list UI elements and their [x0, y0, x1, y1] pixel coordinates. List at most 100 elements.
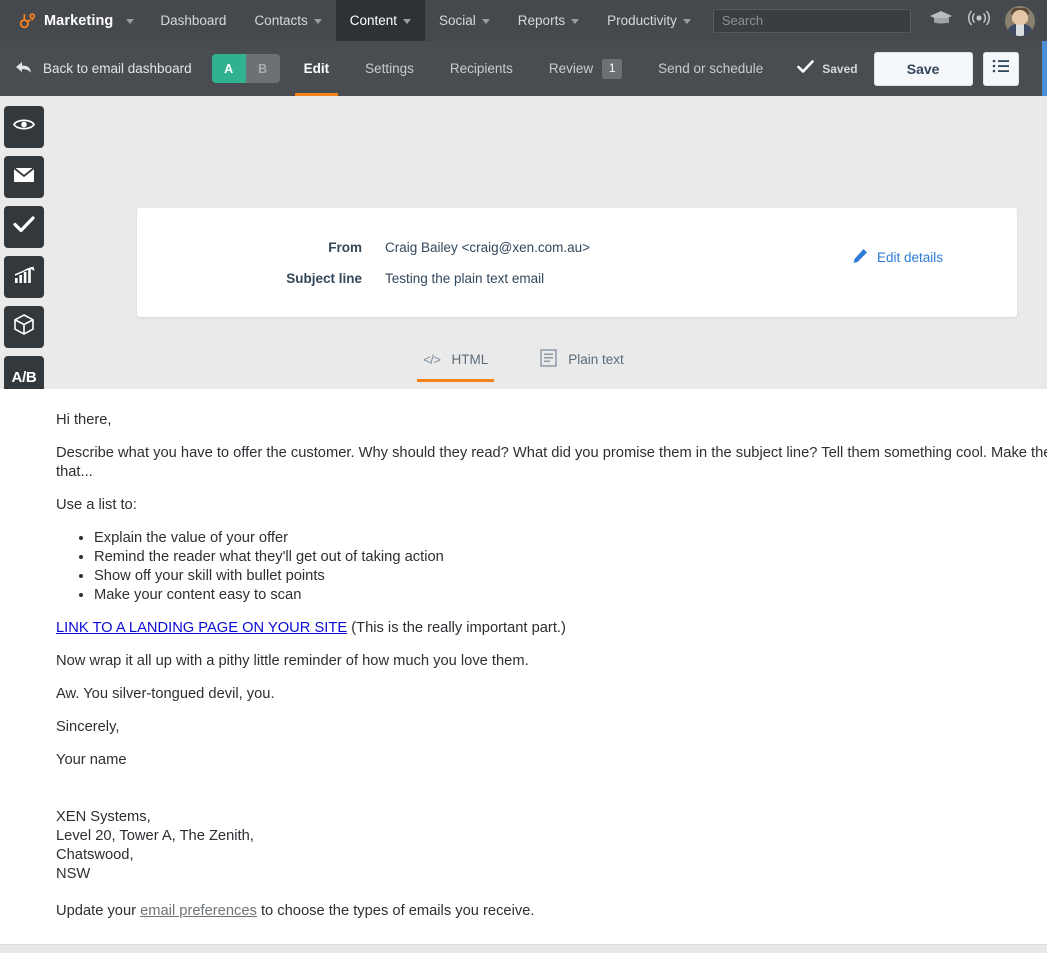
subject-line-value: Testing the plain text email — [385, 271, 545, 286]
email-sender-name: Your name — [56, 752, 127, 768]
from-label: From — [328, 240, 362, 255]
edit-details-link[interactable]: Edit details — [852, 248, 943, 267]
search-input[interactable] — [712, 8, 911, 33]
tab-html[interactable]: </> HTML — [417, 349, 495, 382]
nav-item-contacts[interactable]: Contacts — [240, 0, 335, 41]
user-avatar[interactable] — [1004, 5, 1035, 36]
saved-status-label: Saved — [822, 61, 858, 76]
checkmark-icon — [797, 60, 815, 77]
email-preferences-link[interactable]: email preferences — [140, 903, 257, 919]
address-line: XEN Systems, — [56, 809, 151, 825]
tab-recipients[interactable]: Recipients — [432, 41, 531, 96]
email-preferences-paragraph: Update your email preferences to choose … — [56, 902, 1047, 921]
sidebar-item-checklist[interactable] — [4, 206, 44, 248]
email-body-editor[interactable]: Hi there, Describe what you have to offe… — [0, 389, 1047, 953]
tab-settings[interactable]: Settings — [347, 41, 432, 96]
chevron-down-icon — [313, 19, 322, 24]
email-bullet-list: Explain the value of your offer Remind t… — [94, 529, 1047, 605]
landing-page-link[interactable]: LINK TO A LANDING PAGE ON YOUR SITE — [56, 620, 347, 636]
tab-html-label: HTML — [451, 352, 489, 367]
footer-prefix: Update your — [56, 903, 141, 919]
sidebar-item-analytics[interactable] — [4, 256, 44, 298]
back-to-email-dashboard-link[interactable]: Back to email dashboard — [0, 41, 206, 96]
landing-page-link-suffix: (This is the really important part.) — [347, 620, 566, 636]
top-nav-icon-group — [929, 5, 1035, 36]
email-cta-paragraph: LINK TO A LANDING PAGE ON YOUR SITE (Thi… — [56, 619, 1047, 638]
review-count-badge: 1 — [602, 58, 623, 79]
list-item: Show off your skill with bullet points — [94, 567, 1047, 586]
sidebar-item-modules[interactable] — [4, 306, 44, 348]
list-menu-icon — [992, 59, 1010, 78]
chevron-down-icon — [682, 19, 691, 24]
tab-review-label: Review — [548, 61, 594, 76]
nav-item-social[interactable]: Social — [425, 0, 504, 41]
tab-settings-label: Settings — [365, 61, 414, 76]
email-aw-paragraph: Aw. You silver-tongued devil, you. — [56, 686, 275, 702]
chevron-down-icon — [126, 19, 135, 24]
tab-recipients-label: Recipients — [449, 61, 513, 76]
broadcast-icon[interactable] — [967, 9, 991, 32]
brand-home-link[interactable]: Marketing — [0, 0, 146, 41]
footer-suffix: to choose the types of emails you receiv… — [256, 903, 535, 919]
address-line: Chatswood, — [56, 847, 134, 863]
nav-item-dashboard[interactable]: Dashboard — [146, 0, 240, 41]
nav-item-contacts-label: Contacts — [254, 13, 308, 28]
chevron-down-icon — [481, 19, 490, 24]
nav-item-productivity[interactable]: Productivity — [593, 0, 705, 41]
address-line: NSW — [56, 866, 91, 882]
tab-plain-text-label: Plain text — [568, 352, 624, 367]
email-header-card: From Craig Bailey <craig@xen.com.au> Sub… — [137, 208, 1017, 317]
nav-item-reports-label: Reports — [517, 13, 566, 28]
subject-field-row: Subject line Testing the plain text emai… — [232, 271, 590, 286]
chart-growth-icon — [13, 266, 35, 289]
envelope-icon — [13, 166, 35, 188]
list-menu-button[interactable] — [982, 51, 1019, 86]
tab-send-or-schedule-label: Send or schedule — [658, 61, 764, 76]
nav-item-content-label: Content — [349, 13, 398, 28]
tab-edit[interactable]: Edit — [286, 41, 348, 96]
email-list-intro: Use a list to: — [56, 497, 137, 513]
nav-item-social-label: Social — [439, 13, 476, 28]
nav-item-content[interactable]: Content — [335, 0, 426, 41]
saved-status: Saved — [797, 60, 858, 77]
subject-line-label: Subject line — [286, 271, 362, 286]
checkmark-icon — [13, 216, 35, 238]
save-button[interactable]: Save — [873, 51, 973, 86]
brand-name-label: Marketing — [44, 12, 114, 29]
avatar-face — [1011, 9, 1028, 25]
avatar-shirt — [1015, 23, 1024, 36]
cube-icon — [14, 314, 34, 340]
chevron-down-icon — [571, 19, 580, 24]
document-icon — [540, 349, 557, 370]
email-editor-toolbar: Back to email dashboard A B Edit Setting… — [0, 41, 1047, 96]
list-item: Make your content easy to scan — [94, 586, 1047, 605]
email-signature-block: XEN Systems, Level 20, Tower A, The Zeni… — [56, 808, 1047, 884]
sidebar-item-preview[interactable] — [4, 106, 44, 148]
email-intro-paragraph: Describe what you have to offer the cust… — [56, 445, 1047, 480]
ab-variant-toggle[interactable]: A B — [211, 54, 280, 83]
hubspot-sprocket-icon — [18, 11, 37, 30]
ab-variant-b-button[interactable]: B — [245, 54, 280, 83]
tab-review[interactable]: Review 1 — [531, 41, 640, 96]
sidebar-item-send-test[interactable] — [4, 156, 44, 198]
email-greeting: Hi there, — [56, 412, 112, 428]
editor-stage: A/B From Craig Bailey <craig@xen.com.au>… — [0, 96, 1047, 953]
ab-variant-a-button[interactable]: A — [211, 54, 246, 83]
nav-item-reports[interactable]: Reports — [504, 0, 593, 41]
tab-send-or-schedule[interactable]: Send or schedule — [640, 41, 781, 96]
email-content: Hi there, Describe what you have to offe… — [0, 389, 1047, 921]
edit-details-label: Edit details — [876, 250, 943, 265]
from-value: Craig Bailey <craig@xen.com.au> — [385, 240, 591, 255]
top-navigation-bar: Marketing Dashboard Contacts Content Soc… — [0, 0, 1047, 41]
back-arrow-icon — [14, 60, 33, 78]
offscreen-blue-button[interactable] — [1042, 41, 1047, 96]
academy-cap-icon[interactable] — [929, 9, 953, 32]
list-item: Explain the value of your offer — [94, 529, 1047, 548]
from-field-row: From Craig Bailey <craig@xen.com.au> — [232, 240, 590, 255]
code-icon: </> — [423, 352, 441, 367]
chevron-down-icon — [403, 19, 412, 24]
list-item: Remind the reader what they'll get out o… — [94, 548, 1047, 567]
pencil-icon — [852, 248, 868, 267]
tab-plain-text[interactable]: Plain text — [534, 349, 630, 382]
tab-edit-label: Edit — [303, 61, 330, 76]
